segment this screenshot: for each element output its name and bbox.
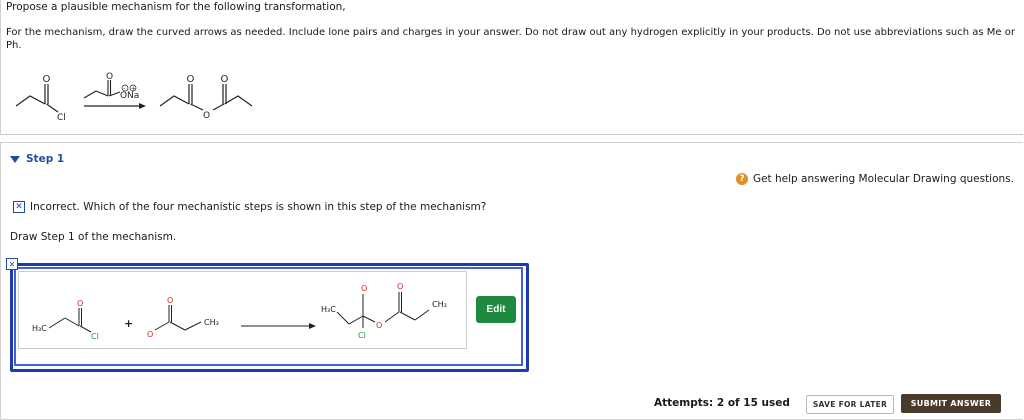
- step-label: Step 1: [26, 153, 65, 165]
- reaction-scheme: O Cl O O Na - + O O O: [15, 72, 253, 123]
- save-for-later-button[interactable]: SAVE FOR LATER: [806, 395, 894, 414]
- drawing-oxygen-bridge: O: [376, 321, 382, 330]
- reactant-oxygen: O: [43, 74, 51, 85]
- reagent-molecule: [83, 80, 121, 99]
- positive-charge: +: [131, 86, 136, 93]
- drawing-tetrahedral-intermediate: [336, 292, 430, 328]
- product-oxygen-left: O: [187, 74, 195, 85]
- drawing-oxygen-carbonyl: O: [167, 296, 173, 305]
- drawing-step-arrow: [241, 323, 316, 329]
- drawing-h3c-left: H₃C: [32, 324, 47, 333]
- drawing-chlorine-left: Cl: [91, 332, 99, 341]
- reaction-arrow: [84, 103, 146, 109]
- drawing-ch3-intermediate: CH₃: [432, 300, 447, 309]
- drawing-plus-sign: +: [124, 317, 133, 330]
- help-text: Get help answering Molecular Drawing que…: [752, 173, 1014, 185]
- question-instructions: For the mechanism, draw the curved arrow…: [6, 27, 1015, 51]
- reagent-oxygen-carbonyl: O: [106, 72, 113, 82]
- help-link[interactable]: ? Get help answering Molecular Drawing q…: [735, 173, 1014, 185]
- drawing-chlorine-intermediate: Cl: [358, 331, 366, 340]
- question-title: Propose a plausible mechanism for the fo…: [6, 1, 346, 13]
- reagent-sodium: Na: [127, 91, 139, 101]
- edit-button[interactable]: Edit: [476, 296, 516, 323]
- drawing-oxygen-left: O: [77, 299, 83, 308]
- attempts-counter: Attempts: 2 of 15 used: [654, 397, 790, 409]
- drawing-acyl-chloride: [48, 308, 92, 333]
- drawing-oxygen-anion: O: [147, 330, 153, 339]
- drawing-propanoate: [154, 305, 202, 331]
- collapse-triangle-icon[interactable]: [10, 155, 20, 163]
- product-molecule: [159, 84, 253, 111]
- step-drawing: H₃C O Cl + O O CH₃ O O H₃C CH₃ O Cl: [32, 282, 447, 341]
- draw-instruction: Draw Step 1 of the mechanism.: [10, 231, 177, 243]
- feedback-message: ✕ Incorrect. Which of the four mechanist…: [13, 201, 486, 213]
- product-oxygen-right: O: [221, 74, 229, 85]
- drawing-ch3-anion: CH₃: [204, 318, 219, 327]
- reactant-molecule: [15, 84, 59, 113]
- reactant-chlorine: Cl: [57, 113, 66, 123]
- drawing-oxygen-alkoxide: O: [361, 284, 367, 293]
- product-oxygen-bridge: O: [203, 111, 210, 121]
- negative-charge: -: [123, 86, 125, 93]
- step-header[interactable]: Step 1: [10, 153, 64, 165]
- submit-answer-button[interactable]: SUBMIT ANSWER: [901, 394, 1001, 413]
- drawing-oxygen-carbonyl-right: O: [397, 282, 403, 291]
- molecule-drawing-canvas[interactable]: H₃C O Cl + O O CH₃ O O H₃C CH₃ O Cl: [18, 271, 467, 349]
- x-mark-icon: ✕: [13, 201, 25, 213]
- incorrect-drawing-x-icon: ✕: [6, 258, 18, 270]
- drawing-h3c-intermediate: H₃C: [321, 305, 336, 314]
- feedback-text: Incorrect. Which of the four mechanistic…: [30, 201, 487, 213]
- question-mark-icon: ?: [735, 173, 748, 185]
